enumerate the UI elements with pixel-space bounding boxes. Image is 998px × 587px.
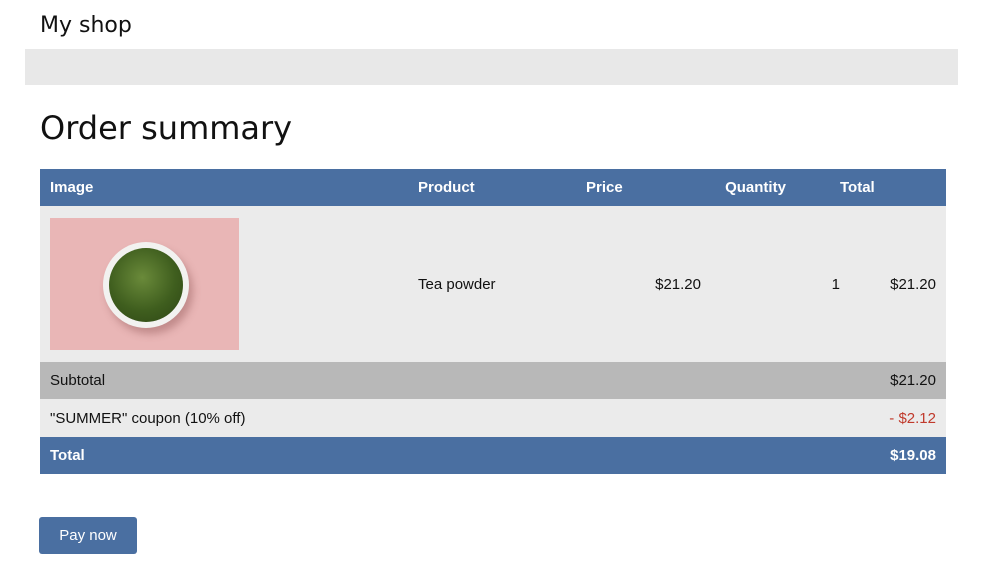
product-quantity-cell: 1 [701, 206, 840, 362]
bowl-graphic [103, 242, 189, 328]
pay-now-button[interactable]: Pay now [39, 517, 137, 554]
product-quantity: 1 [831, 275, 840, 293]
header-quantity: Quantity [701, 169, 840, 206]
header-image: Image [40, 169, 418, 206]
product-price: $21.20 [655, 275, 701, 293]
order-table: Image Product Price Quantity Total Tea p… [40, 169, 946, 474]
grand-total-row: Total $19.08 [40, 437, 946, 474]
product-line-total: $21.20 [840, 206, 946, 362]
product-name: Tea powder [418, 206, 586, 362]
coupon-discount-value: - $2.12 [840, 399, 946, 437]
product-image-cell [40, 206, 418, 362]
navigation-bar [25, 49, 958, 85]
coupon-label: "SUMMER" coupon (10% off) [40, 399, 840, 437]
header-total: Total [840, 169, 946, 206]
table-row: Tea powder $21.20 1 $21.20 [40, 206, 946, 362]
subtotal-row: Subtotal $21.20 [40, 362, 946, 399]
header-price: Price [586, 169, 701, 206]
page-title: Order summary [40, 109, 293, 147]
subtotal-label: Subtotal [40, 362, 840, 399]
table-header-row: Image Product Price Quantity Total [40, 169, 946, 206]
grand-total-value: $19.08 [840, 437, 946, 474]
product-image [50, 218, 239, 350]
tea-powder-graphic [109, 248, 183, 322]
grand-total-label: Total [40, 437, 840, 474]
subtotal-value: $21.20 [840, 362, 946, 399]
header-product: Product [418, 169, 586, 206]
coupon-row: "SUMMER" coupon (10% off) - $2.12 [40, 399, 946, 437]
product-price-cell: $21.20 [586, 206, 701, 362]
shop-title: My shop [40, 13, 132, 38]
